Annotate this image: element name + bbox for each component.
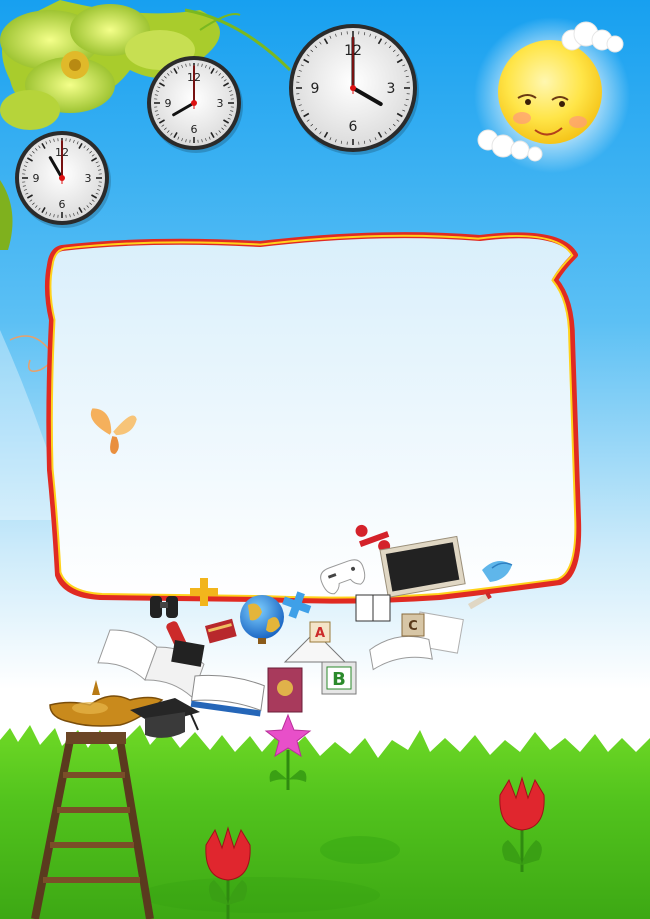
notebook-icon xyxy=(355,594,391,622)
svg-text:C: C xyxy=(408,619,418,634)
svg-text:B: B xyxy=(332,669,346,690)
clock-numeral: 9 xyxy=(33,172,40,185)
clock-numeral: 3 xyxy=(217,97,224,110)
clock-numeral: 6 xyxy=(349,119,358,135)
letter-block-b: B xyxy=(321,661,357,695)
book-red-icon xyxy=(267,667,303,713)
clock-numeral: 6 xyxy=(191,123,198,136)
clock-numeral: 9 xyxy=(311,81,320,97)
svg-text:A: A xyxy=(315,626,325,641)
clock-numeral: 6 xyxy=(59,198,66,211)
sun-face-icon xyxy=(474,17,630,173)
letter-block-a: A xyxy=(309,621,331,643)
clock-numeral: 3 xyxy=(85,172,92,185)
grass-shadow-2 xyxy=(140,877,380,913)
letter-block-c: C xyxy=(401,613,425,637)
scene-canvas: 123691236912369 xyxy=(0,0,650,919)
scene: 123691236912369 xyxy=(0,0,650,919)
clock-numeral: 3 xyxy=(387,81,396,97)
grass-shadow xyxy=(320,836,400,864)
clock-numeral: 9 xyxy=(165,97,172,110)
